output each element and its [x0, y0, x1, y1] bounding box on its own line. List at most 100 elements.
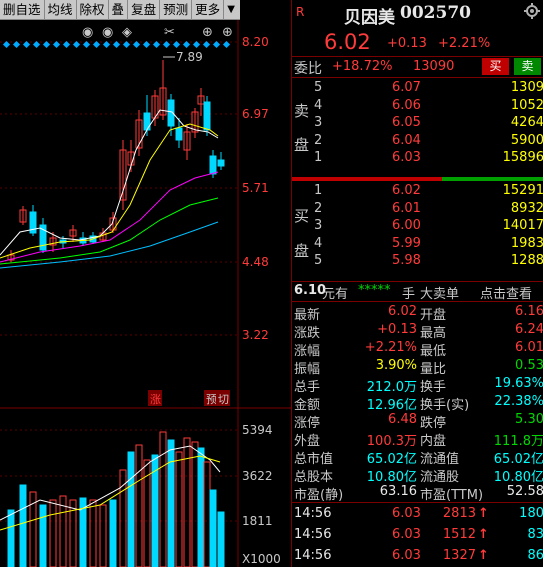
candle-body: [175, 127, 183, 141]
big-order-stars: *****: [358, 283, 391, 298]
buy-side-row[interactable]: 3 6.00 14017: [292, 218, 543, 236]
chart-tool-icon: ⊕: [202, 25, 213, 40]
toolbar-item-6[interactable]: 更多: [192, 0, 225, 20]
volume-bar: [159, 431, 167, 567]
volume-bar: [175, 451, 183, 567]
event-marker: 切: [218, 393, 229, 406]
signal-dot: [62, 40, 71, 49]
price-axis-label: 4.48: [242, 255, 269, 269]
buy-side-row[interactable]: 2 6.01 8932: [292, 201, 543, 219]
margin-flag: R: [296, 5, 305, 19]
up-arrow-icon: ↑: [478, 548, 489, 563]
signal-dot: [122, 40, 131, 49]
signal-dot: [2, 40, 11, 49]
stat-label: 流通股: [420, 470, 460, 485]
tick-volume: 2813: [442, 506, 476, 521]
tick-price: 6.03: [392, 548, 421, 563]
volume-bar: [197, 447, 205, 567]
order-level: 3: [314, 115, 323, 130]
signal-dot: [162, 40, 171, 49]
signal-dot: [22, 40, 31, 49]
order-price: 6.07: [392, 80, 421, 95]
order-price: 6.03: [392, 150, 421, 165]
tick-time: 14:56: [294, 548, 332, 563]
stat-value: 65.02亿: [366, 452, 417, 467]
stat-value: 10.80亿: [366, 470, 417, 485]
kline-chart-area[interactable]: 8.20 6.97 5.71 4.48 3.22 5394 3622 1811 X1000 ◉ ◉ ◈…: [0, 0, 291, 567]
stat-value: +0.13: [377, 322, 417, 337]
order-level: 2: [314, 200, 323, 216]
stat-label: 市盈(静): [294, 488, 344, 503]
volume-bar: [203, 461, 211, 567]
weicha-value: 13090: [413, 59, 455, 74]
order-level: 5: [314, 80, 323, 95]
sell-side-row[interactable]: 1 6.03 15896: [292, 150, 543, 168]
stat-label: 涨幅: [294, 344, 321, 359]
big-order-link[interactable]: 点击查看: [480, 283, 532, 302]
stat-label: 开盘: [420, 308, 447, 323]
stat-value: 212.0万: [366, 380, 417, 395]
kline-chart-svg[interactable]: 8.20 6.97 5.71 4.48 3.22 5394 3622 1811 X1000 ◉ ◉ ◈…: [0, 0, 291, 567]
moving-average-line: [0, 123, 219, 259]
weibi-row: 委比 +18.72% 13090 买 卖: [292, 58, 543, 77]
order-level: 3: [314, 218, 323, 233]
settings-gear-icon[interactable]: [524, 3, 540, 19]
stat-label: 流通值: [420, 452, 460, 467]
toolbar-item-5[interactable]: 预测: [160, 0, 193, 20]
chart-tool-icon: ◈: [122, 25, 132, 40]
buy-side-row[interactable]: 4 5.99 1983: [292, 236, 543, 254]
stat-value: 6.02: [388, 304, 417, 319]
stat-label: 量比: [420, 362, 447, 377]
stat-value: 3.90%: [375, 358, 417, 373]
toolbar-item-1[interactable]: 均线: [45, 0, 77, 20]
signal-dot: [102, 40, 111, 49]
sell-side-row[interactable]: 4 6.06 1052: [292, 98, 543, 116]
buy-button[interactable]: 买: [482, 58, 509, 75]
stat-label: 换手(实): [420, 398, 470, 413]
price-change-pct: +2.21%: [438, 36, 491, 51]
tick-price: 6.03: [392, 506, 421, 521]
stat-label: 涨跌: [294, 326, 321, 341]
stat-label: 总市值: [294, 452, 334, 467]
up-arrow-icon: ↑: [478, 506, 489, 521]
stat-row: 金额 12.96亿 换手(实) 22.38%: [292, 394, 543, 413]
order-volume: 15896: [502, 150, 543, 165]
sell-side-row[interactable]: 5 6.07 1309: [292, 80, 543, 98]
signal-dot: [142, 40, 151, 49]
stat-label: 内盘: [420, 434, 447, 449]
stock-code: 002570: [400, 3, 471, 23]
sell-side-row[interactable]: 3 6.05 4264: [292, 115, 543, 133]
price-change: +0.13: [387, 36, 427, 51]
big-order-hand: 手: [402, 287, 416, 302]
chart-toolbar: 删自选 均线 除权叠复盘 预测 更多 ▼: [0, 0, 240, 20]
tick-count: 86: [527, 548, 543, 563]
toolbar-item-3[interactable]: 叠: [109, 0, 129, 20]
stat-label: 市盈(TTM): [420, 488, 484, 503]
toolbar-item-4[interactable]: 复盘: [128, 0, 161, 20]
order-price: 5.99: [392, 235, 421, 251]
volume-axis-label: 5394: [242, 423, 273, 437]
order-volume: 4264: [510, 115, 543, 130]
stat-row: 总股本 10.80亿 流通股 10.80亿: [292, 466, 543, 485]
stat-row: 涨停 6.48 跌停 5.30: [292, 412, 543, 431]
toolbar-dropdown-icon[interactable]: ▼: [224, 4, 238, 15]
volume-bar: [167, 439, 175, 567]
sell-button[interactable]: 卖: [514, 58, 541, 75]
order-volume: 1983: [510, 235, 543, 251]
big-order-text: 大卖单: [420, 287, 460, 302]
stat-value: 6.24: [515, 322, 543, 337]
toolbar-item-0[interactable]: 删自选: [0, 0, 45, 20]
stat-value: +2.21%: [364, 340, 417, 355]
weibi-value: +18.72%: [332, 59, 393, 74]
stat-value: 10.80亿: [493, 470, 543, 485]
toolbar-item-2[interactable]: 除权: [77, 0, 109, 20]
candle-body: [203, 101, 211, 131]
stat-row: 总市值 65.02亿 流通值 65.02亿: [292, 448, 543, 467]
signal-dot: [12, 40, 21, 49]
sell-side-row[interactable]: 2 6.04 5900: [292, 133, 543, 151]
stock-header: R 贝因美 002570: [292, 3, 543, 28]
buy-side-row[interactable]: 5 5.98 1288: [292, 253, 543, 271]
volume-bar: [49, 499, 57, 567]
buy-side-row[interactable]: 1 6.02 15291: [292, 183, 543, 201]
signal-dot: [112, 40, 121, 49]
